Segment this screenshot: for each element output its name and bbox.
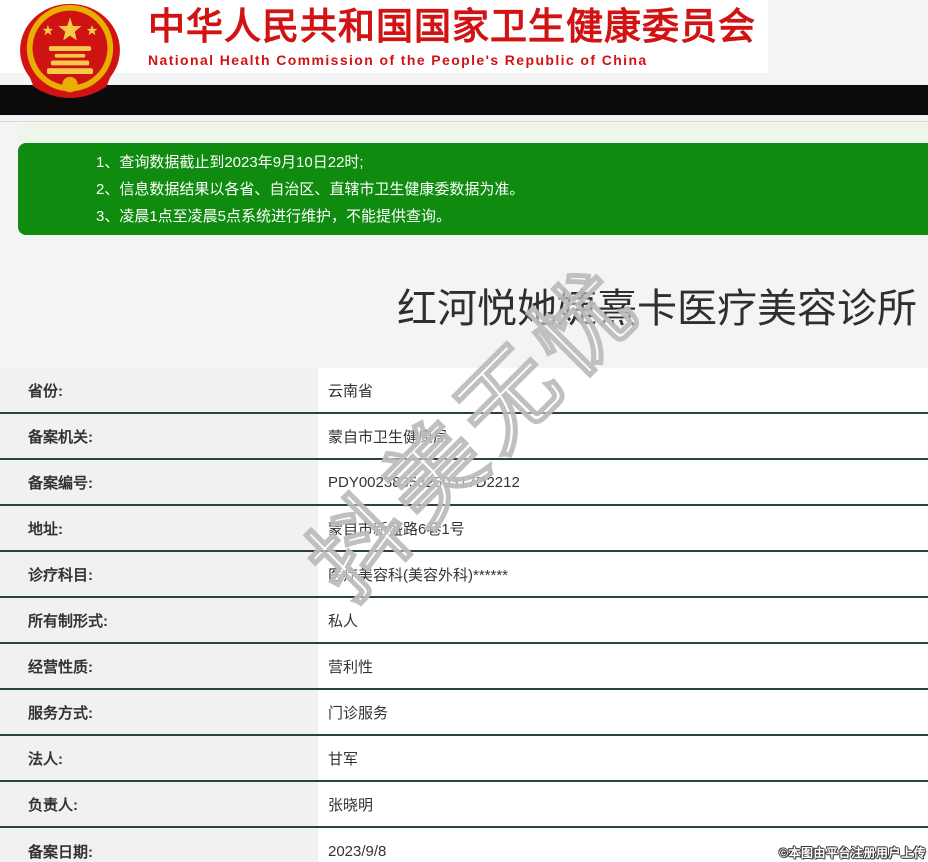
field-value: 张晓明: [318, 782, 928, 826]
notice-item: 2、信息数据结果以各省、自治区、直辖市卫生健康委数据为准。: [96, 181, 525, 198]
field-label: 诊疗科目:: [0, 552, 318, 596]
notice-item: 3、凌晨1点至凌晨5点系统进行维护，不能提供查询。: [96, 208, 452, 225]
notice-top-tint: [18, 124, 928, 143]
field-label: 备案日期:: [0, 828, 318, 862]
field-label: 服务方式:: [0, 690, 318, 734]
notice-item: 1、查询数据截止到2023年9月10日22时;: [96, 154, 364, 171]
header-divider: [0, 121, 928, 122]
china-national-emblem-icon: [20, 3, 120, 98]
field-label: 备案编号:: [0, 460, 318, 504]
field-label: 负责人:: [0, 782, 318, 826]
table-row: 服务方式: 门诊服务: [0, 690, 928, 736]
table-row: 法人: 甘军: [0, 736, 928, 782]
site-title-chinese: 中华人民共和国国家卫生健康委员会: [148, 6, 756, 47]
field-label: 备案机关:: [0, 414, 318, 458]
table-row: 所有制形式: 私人: [0, 598, 928, 644]
field-value: 门诊服务: [318, 690, 928, 734]
copyright-watermark: ©本图由平台注册用户上传: [779, 846, 926, 860]
field-label: 经营性质:: [0, 644, 318, 688]
table-row: 经营性质: 营利性: [0, 644, 928, 690]
field-value: 甘军: [318, 736, 928, 780]
table-row: 诊疗科目: 医疗美容科(美容外科)******: [0, 552, 928, 598]
field-value: 私人: [318, 598, 928, 642]
table-row: 负责人: 张晓明: [0, 782, 928, 828]
nav-bar: [0, 85, 928, 115]
field-label: 省份:: [0, 368, 318, 412]
notice-box: 1、查询数据截止到2023年9月10日22时; 2、信息数据结果以各省、自治区、…: [18, 143, 928, 235]
page: 中华人民共和国国家卫生健康委员会 National Health Commiss…: [0, 0, 928, 862]
field-label: 地址:: [0, 506, 318, 550]
field-label: 法人:: [0, 736, 318, 780]
field-label: 所有制形式:: [0, 598, 318, 642]
header-titles: 中华人民共和国国家卫生健康委员会 National Health Commiss…: [148, 6, 756, 69]
field-value: 营利性: [318, 644, 928, 688]
notice-list: 1、查询数据截止到2023年9月10日22时; 2、信息数据结果以各省、自治区、…: [18, 143, 928, 230]
site-title-english: National Health Commission of the People…: [148, 52, 648, 68]
